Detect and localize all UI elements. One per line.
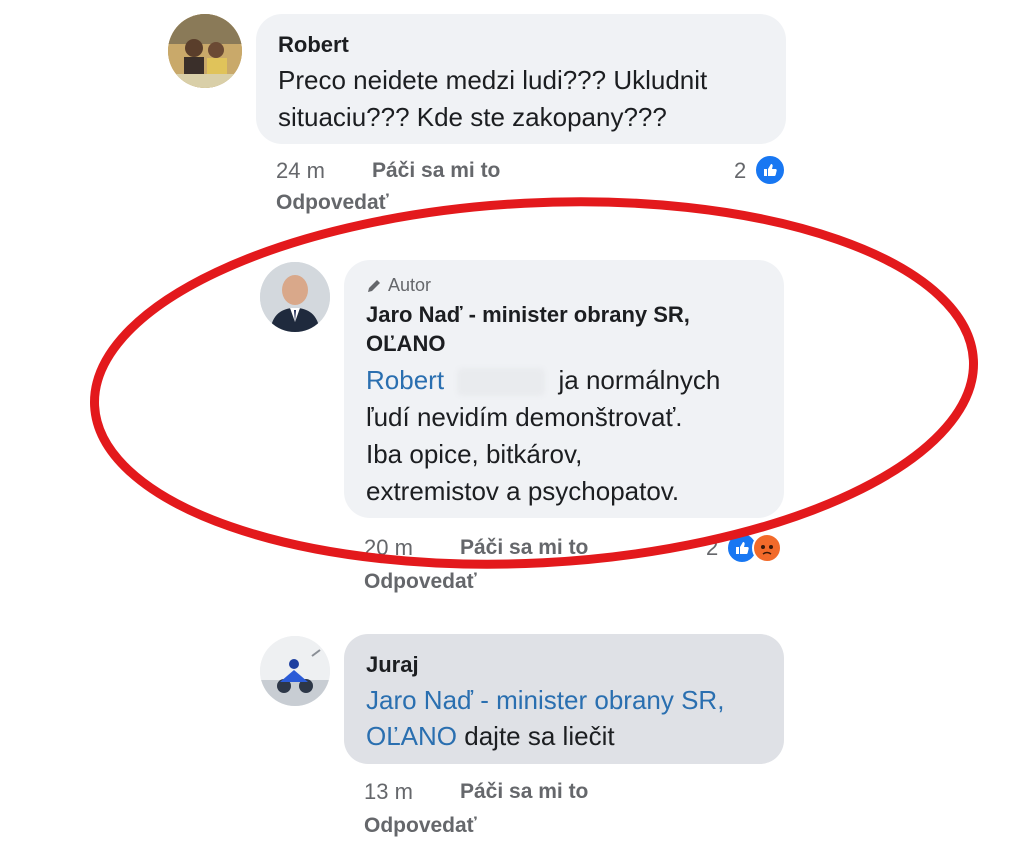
like-icon <box>754 154 786 186</box>
avatar-photo-icon <box>260 636 330 706</box>
comment-bubble-juraj: Juraj Jaro Naď - minister obrany SR, OĽA… <box>344 634 784 764</box>
author-badge-label: Autor <box>388 275 432 295</box>
mention-link[interactable]: Robert <box>366 365 444 395</box>
avatar-robert[interactable] <box>168 14 242 88</box>
reaction-count[interactable]: 2 <box>734 158 746 184</box>
comment-text-line2: OĽANO dajte sa liečit <box>366 718 615 755</box>
comment-text-line4: extremistov a psychopatov. <box>366 476 680 506</box>
avatar-photo-icon <box>260 262 330 332</box>
author-badge: Autor <box>366 275 431 296</box>
avatar-photo-icon <box>168 14 242 88</box>
mention-link-line2[interactable]: OĽANO <box>366 721 457 751</box>
comment-author-name[interactable]: Jaro Naď - minister obrany SR, <box>366 302 690 328</box>
reply-link[interactable]: Odpovedať <box>364 570 477 594</box>
avatar-juraj[interactable] <box>260 636 330 706</box>
reaction-count[interactable]: 2 <box>706 535 718 561</box>
comment-text-line2: ľudí nevidím demonštrovať. <box>366 402 683 432</box>
comment-timestamp[interactable]: 13 m <box>364 779 413 805</box>
like-link[interactable]: Páči sa mi to <box>460 780 588 804</box>
reply-link[interactable]: Odpovedať <box>276 191 389 215</box>
comment-text-line1: Preco neidete medzi ludi??? Ukludnit <box>278 65 708 95</box>
comment-text-line1: Robert ja normálnych <box>366 362 720 399</box>
avatar-jaro[interactable] <box>260 262 330 332</box>
comment-bubble-jaro: Autor Jaro Naď - minister obrany SR, OĽA… <box>344 260 784 518</box>
comment-text-span: ja normálnych <box>558 365 721 395</box>
like-link[interactable]: Páči sa mi to <box>460 536 588 560</box>
comment-bubble-robert: Robert Preco neidete medzi ludi??? Uklud… <box>256 14 786 144</box>
comment-author-name-line2[interactable]: OĽANO <box>366 331 445 357</box>
comment-text-line2: situaciu??? Kde ste zakopany??? <box>278 102 667 132</box>
angry-icon <box>752 533 782 563</box>
redacted-surname <box>457 368 546 397</box>
comment-author-name[interactable]: Robert <box>278 32 349 58</box>
like-link[interactable]: Páči sa mi to <box>372 159 500 183</box>
comment-timestamp[interactable]: 20 m <box>364 535 413 561</box>
pencil-icon <box>368 279 380 292</box>
comment-text-line3: Iba opice, bitkárov, <box>366 439 583 469</box>
comment-text-span: dajte sa liečit <box>464 721 615 751</box>
reply-link[interactable]: Odpovedať <box>364 814 477 838</box>
mention-link[interactable]: Jaro Naď - minister obrany SR, <box>366 682 724 719</box>
comment-timestamp[interactable]: 24 m <box>276 158 325 184</box>
comment-author-name[interactable]: Juraj <box>366 652 419 678</box>
